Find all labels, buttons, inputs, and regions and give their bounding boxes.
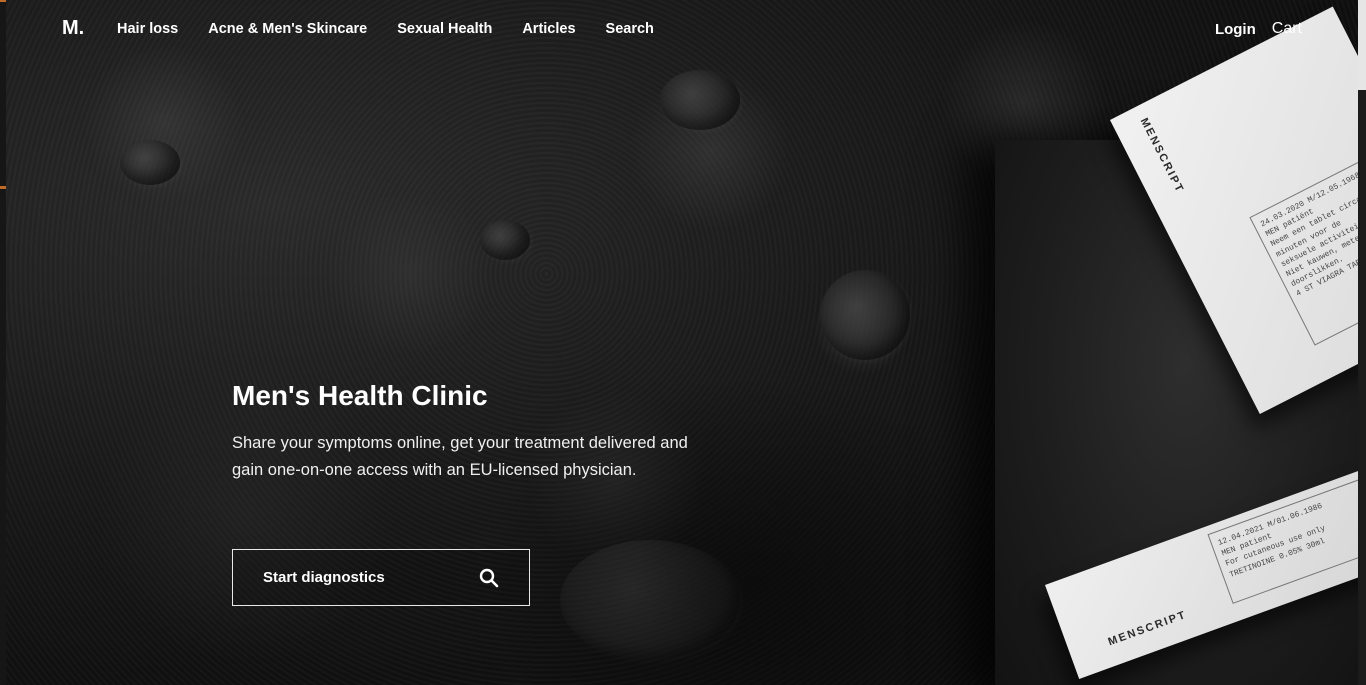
hero-title: Men's Health Clinic: [232, 380, 488, 411]
nav-links: Hair loss Acne & Men's Skincare Sexual H…: [117, 21, 654, 37]
crater: [660, 70, 740, 130]
left-edge-strip: [0, 0, 6, 685]
box-brand-text: MENSCRIPT: [1106, 608, 1189, 649]
nav-item-hair-loss[interactable]: Hair loss: [117, 21, 178, 37]
box-prescription-label: 24.03.2020 M/12.05.1968 MEN patiënt Neem…: [1249, 142, 1366, 346]
edge-accent-marker: [0, 186, 6, 189]
logo[interactable]: M.: [62, 17, 84, 40]
search-icon: [479, 568, 499, 588]
cart-link[interactable]: Cart: [1272, 20, 1302, 38]
cta-label: Start diagnostics: [263, 569, 385, 586]
nav-item-articles[interactable]: Articles: [522, 21, 575, 37]
scrollbar-track[interactable]: [1358, 0, 1366, 685]
top-nav: M. Hair loss Acne & Men's Skincare Sexua…: [0, 0, 1366, 60]
start-diagnostics-button[interactable]: Start diagnostics: [232, 549, 530, 606]
crater: [120, 140, 180, 185]
nav-account: Login Cart: [1215, 20, 1302, 38]
crater: [560, 540, 740, 660]
nav-item-acne-skincare[interactable]: Acne & Men's Skincare: [208, 21, 367, 37]
crater: [480, 220, 530, 260]
nav-item-search[interactable]: Search: [606, 21, 654, 37]
login-link[interactable]: Login: [1215, 21, 1256, 38]
hero-section: Men's Health Clinic Share your symptoms …: [232, 380, 702, 484]
hero-description: Share your symptoms online, get your tre…: [232, 434, 688, 479]
nav-item-sexual-health[interactable]: Sexual Health: [397, 21, 492, 37]
crater: [820, 270, 910, 360]
page: MENSCRIPT 24.03.2020 M/12.05.1968 MEN pa…: [0, 0, 1366, 685]
box-brand-text: MENSCRIPT: [1137, 116, 1187, 196]
